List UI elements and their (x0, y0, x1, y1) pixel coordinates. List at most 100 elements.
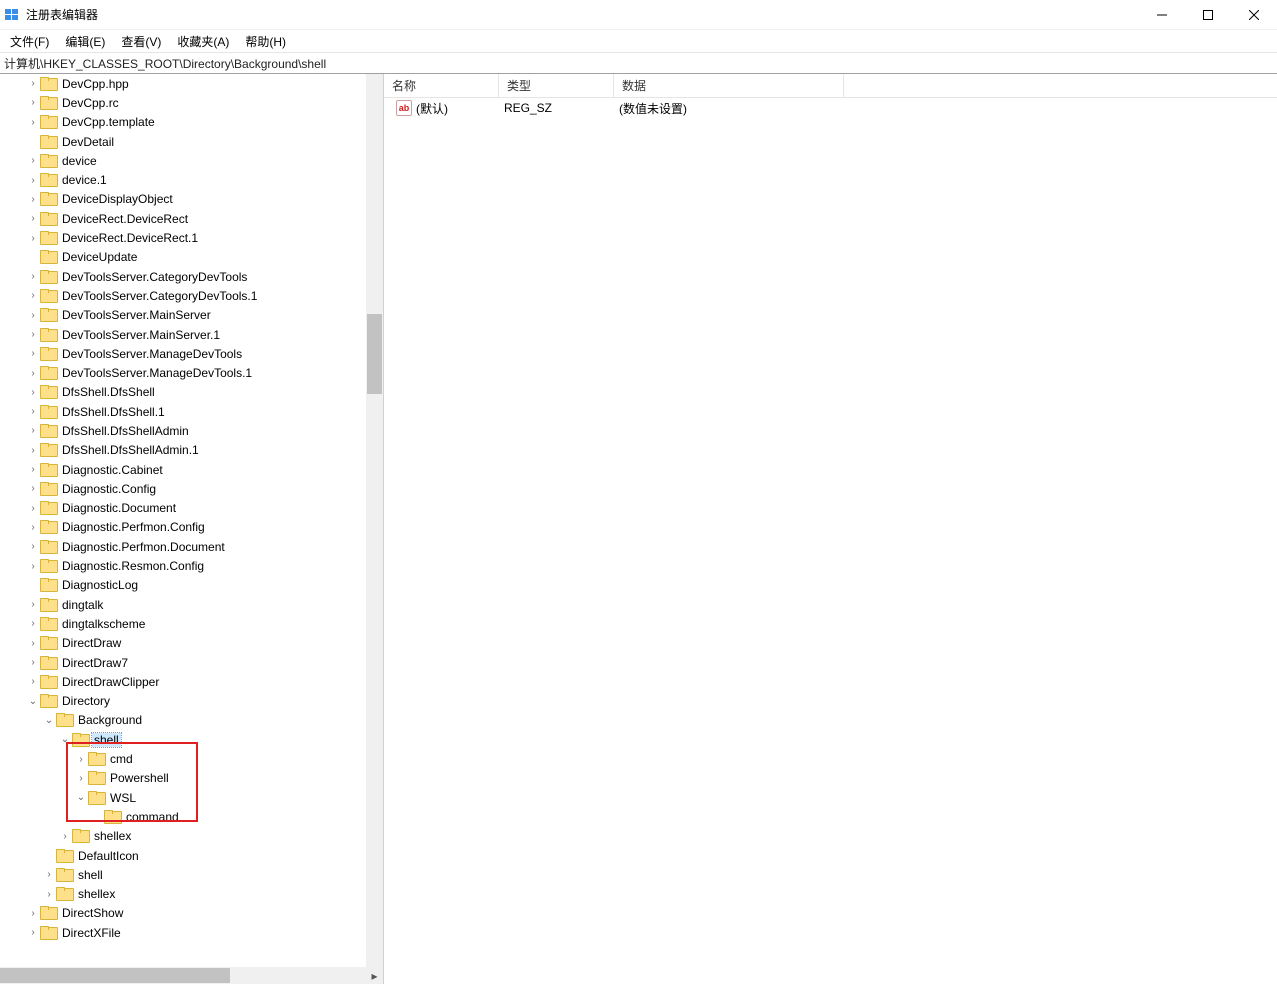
expand-icon[interactable]: › (26, 541, 40, 552)
tree-item[interactable]: ›DevToolsServer.MainServer (0, 306, 366, 325)
tree-item[interactable]: ⌄Directory (0, 692, 366, 711)
tree-item[interactable]: ›DevCpp.rc (0, 93, 366, 112)
tree-item[interactable]: ›DevToolsServer.ManageDevTools (0, 344, 366, 363)
tree-item[interactable]: ›Diagnostic.Perfmon.Config (0, 518, 366, 537)
tree-item[interactable]: ›DirectXFile (0, 923, 366, 942)
expand-icon[interactable]: › (26, 657, 40, 668)
expand-icon[interactable]: › (26, 213, 40, 224)
tree-item[interactable]: ⌄Background (0, 711, 366, 730)
tree-item[interactable]: ›Diagnostic.Document (0, 499, 366, 518)
tree-item[interactable]: ›DfsShell.DfsShellAdmin.1 (0, 441, 366, 460)
list-row[interactable]: ab(默认)REG_SZ(数值未设置) (384, 98, 1277, 118)
tree-item[interactable]: ⌄shell (0, 730, 366, 749)
collapse-icon[interactable]: ⌄ (42, 715, 56, 726)
tree-item[interactable]: ·DeviceUpdate (0, 248, 366, 267)
scrollbar-thumb[interactable] (0, 968, 230, 983)
tree-item[interactable]: ›DfsShell.DfsShellAdmin (0, 421, 366, 440)
tree-item[interactable]: ›DirectDrawClipper (0, 672, 366, 691)
collapse-icon[interactable]: ⌄ (58, 734, 72, 745)
tree-item[interactable]: ›cmd (0, 749, 366, 768)
tree-item[interactable]: ›Diagnostic.Perfmon.Document (0, 537, 366, 556)
expand-icon[interactable]: › (26, 445, 40, 456)
tree-item[interactable]: ›shellex (0, 827, 366, 846)
tree-item[interactable]: ›DirectDraw7 (0, 653, 366, 672)
menu-help[interactable]: 帮助(H) (237, 31, 294, 52)
tree-item[interactable]: ›DevCpp.hpp (0, 74, 366, 93)
tree-item[interactable]: ›shell (0, 865, 366, 884)
expand-icon[interactable]: › (26, 676, 40, 687)
maximize-button[interactable] (1185, 0, 1231, 30)
tree-item[interactable]: ›DfsShell.DfsShell (0, 383, 366, 402)
expand-icon[interactable]: › (26, 329, 40, 340)
tree-item[interactable]: ·command (0, 807, 366, 826)
tree-item[interactable]: ›DirectShow (0, 904, 366, 923)
expand-icon[interactable]: › (26, 522, 40, 533)
expand-icon[interactable]: › (26, 78, 40, 89)
vertical-scrollbar[interactable] (366, 74, 383, 967)
expand-icon[interactable]: › (74, 754, 88, 765)
minimize-button[interactable] (1139, 0, 1185, 30)
tree-item[interactable]: ›DeviceRect.DeviceRect.1 (0, 228, 366, 247)
expand-icon[interactable]: › (26, 175, 40, 186)
tree-item[interactable]: ›DevToolsServer.MainServer.1 (0, 325, 366, 344)
expand-icon[interactable]: › (26, 503, 40, 514)
expand-icon[interactable]: › (74, 773, 88, 784)
tree-item[interactable]: ⌄WSL (0, 788, 366, 807)
expand-icon[interactable]: › (26, 425, 40, 436)
menu-file[interactable]: 文件(F) (2, 31, 57, 52)
expand-icon[interactable]: › (26, 271, 40, 282)
expand-icon[interactable]: › (26, 406, 40, 417)
tree-item[interactable]: ›device.1 (0, 170, 366, 189)
tree-item[interactable]: ›DevToolsServer.ManageDevTools.1 (0, 363, 366, 382)
tree-item[interactable]: ›Diagnostic.Cabinet (0, 460, 366, 479)
expand-icon[interactable]: › (58, 831, 72, 842)
tree-item[interactable]: ·DiagnosticLog (0, 576, 366, 595)
expand-icon[interactable]: › (42, 869, 56, 880)
expand-icon[interactable]: › (26, 155, 40, 166)
tree-item[interactable]: ›DirectDraw (0, 634, 366, 653)
expand-icon[interactable]: › (26, 194, 40, 205)
tree-item[interactable]: ›device (0, 151, 366, 170)
tree-item[interactable]: ›Powershell (0, 769, 366, 788)
tree-item[interactable]: ·DefaultIcon (0, 846, 366, 865)
expand-icon[interactable]: › (26, 290, 40, 301)
expand-icon[interactable]: › (26, 561, 40, 572)
column-data[interactable]: 数据 (614, 74, 844, 97)
expand-icon[interactable]: › (26, 310, 40, 321)
expand-icon[interactable]: › (26, 233, 40, 244)
tree-item[interactable]: ›DevToolsServer.CategoryDevTools (0, 267, 366, 286)
tree-item[interactable]: ›dingtalkscheme (0, 614, 366, 633)
expand-icon[interactable]: › (26, 927, 40, 938)
collapse-icon[interactable]: ⌄ (74, 792, 88, 803)
list-body[interactable]: ab(默认)REG_SZ(数值未设置) (384, 98, 1277, 984)
tree-item[interactable]: ›DevToolsServer.CategoryDevTools.1 (0, 286, 366, 305)
scrollbar-thumb[interactable] (367, 314, 382, 394)
expand-icon[interactable]: › (26, 483, 40, 494)
collapse-icon[interactable]: ⌄ (26, 696, 40, 707)
expand-icon[interactable]: › (26, 387, 40, 398)
expand-icon[interactable]: › (26, 368, 40, 379)
tree-item[interactable]: ›Diagnostic.Config (0, 479, 366, 498)
expand-icon[interactable]: › (26, 618, 40, 629)
menu-edit[interactable]: 编辑(E) (57, 31, 113, 52)
expand-icon[interactable]: › (26, 908, 40, 919)
address-bar[interactable]: 计算机\HKEY_CLASSES_ROOT\Directory\Backgrou… (0, 52, 1277, 74)
expand-icon[interactable]: › (42, 889, 56, 900)
expand-icon[interactable]: › (26, 348, 40, 359)
horizontal-scrollbar[interactable]: ▸ (0, 967, 383, 984)
tree-item[interactable]: ›dingtalk (0, 595, 366, 614)
menu-view[interactable]: 查看(V) (113, 31, 169, 52)
close-button[interactable] (1231, 0, 1277, 30)
tree-item[interactable]: ›DevCpp.template (0, 113, 366, 132)
tree-item[interactable]: ›DeviceDisplayObject (0, 190, 366, 209)
registry-tree[interactable]: ›DevCpp.hpp›DevCpp.rc›DevCpp.template·De… (0, 74, 366, 942)
column-name[interactable]: 名称 (384, 74, 499, 97)
scroll-right-arrow[interactable]: ▸ (366, 967, 383, 984)
menu-favorites[interactable]: 收藏夹(A) (169, 31, 237, 52)
tree-item[interactable]: ›shellex (0, 884, 366, 903)
column-type[interactable]: 类型 (499, 74, 614, 97)
tree-item[interactable]: ›DfsShell.DfsShell.1 (0, 402, 366, 421)
expand-icon[interactable]: › (26, 97, 40, 108)
tree-item[interactable]: ·DevDetail (0, 132, 366, 151)
expand-icon[interactable]: › (26, 599, 40, 610)
